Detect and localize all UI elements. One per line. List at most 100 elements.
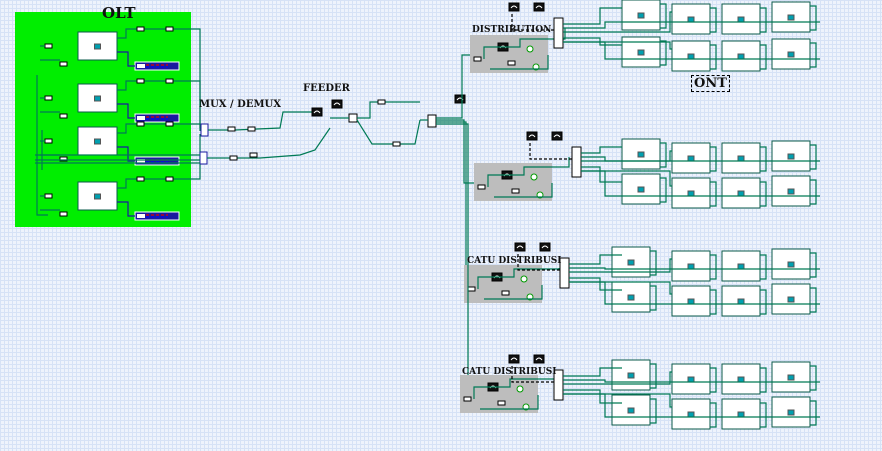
power-splitter-1[interactable]: [553, 17, 564, 49]
power-meter[interactable]: [508, 354, 520, 364]
component-port-icon: [787, 188, 795, 195]
fiber-link: [357, 101, 420, 119]
fiber-link: [760, 181, 767, 207]
component-port-icon: [687, 155, 695, 162]
attenuator[interactable]: [165, 26, 174, 32]
connector[interactable]: [59, 61, 68, 67]
connector[interactable]: [249, 152, 258, 158]
connector[interactable]: [227, 126, 236, 132]
connector[interactable]: [501, 290, 510, 296]
fiber-link: [760, 289, 767, 315]
fiber-link: [810, 144, 817, 170]
fiber-link: [760, 254, 767, 280]
transmitter-icon: [137, 214, 145, 218]
connector[interactable]: [377, 99, 386, 105]
fiber-link: [650, 285, 657, 311]
component-port-icon: [787, 374, 795, 381]
connector[interactable]: [463, 396, 472, 402]
fiber-link: [208, 111, 312, 131]
fiber-link: [710, 146, 717, 172]
power-meter[interactable]: [551, 131, 563, 141]
component-port-icon: [687, 53, 695, 60]
connector[interactable]: [392, 141, 401, 147]
fiber-link: [710, 44, 717, 70]
component-port-icon: [787, 409, 795, 416]
fiber-link: [660, 142, 667, 168]
connector-check-icon: [526, 45, 534, 53]
component-port-icon: [627, 259, 635, 266]
power-splitter-2[interactable]: [571, 146, 582, 178]
connector[interactable]: [497, 400, 506, 406]
power-meter[interactable]: [454, 94, 466, 104]
power-meter[interactable]: [508, 2, 520, 12]
fiber-link: [810, 252, 817, 278]
connector[interactable]: [467, 286, 476, 292]
fiber-link: [581, 166, 622, 183]
component-port-icon: [737, 263, 745, 270]
component-port-icon: [687, 263, 695, 270]
fiber-link: [810, 400, 817, 426]
fiber-link: [650, 398, 657, 424]
attenuator[interactable]: [136, 26, 145, 32]
power-meter[interactable]: [533, 2, 545, 12]
connector[interactable]: [59, 211, 68, 217]
component-port-icon: [637, 151, 645, 158]
fiber-link: [660, 177, 667, 203]
connector[interactable]: [473, 56, 482, 62]
component-port-icon: [737, 155, 745, 162]
component-port-icon: [637, 49, 645, 56]
feeder-coupler[interactable]: [348, 113, 358, 123]
fiber-link: [710, 367, 717, 393]
attenuator[interactable]: [136, 78, 145, 84]
mux[interactable]: [200, 123, 209, 137]
component-port-icon: [94, 43, 101, 50]
fiber-link: [581, 146, 622, 154]
component-port-icon: [687, 190, 695, 197]
catu-distribusi-label-1: CATU DISTRIBUSI: [467, 256, 562, 266]
power-meter[interactable]: [331, 99, 343, 109]
connector[interactable]: [44, 43, 53, 49]
power-meter[interactable]: [533, 354, 545, 364]
power-splitter-main[interactable]: [427, 114, 437, 128]
component-port-icon: [627, 372, 635, 379]
attenuator[interactable]: [165, 78, 174, 84]
component-port-icon: [627, 294, 635, 301]
attenuator[interactable]: [165, 121, 174, 127]
connector[interactable]: [507, 60, 516, 66]
connector[interactable]: [247, 126, 256, 132]
connector[interactable]: [229, 155, 238, 161]
transmitter-icon: [137, 116, 145, 120]
connector-check-icon: [516, 385, 524, 393]
schematic-canvas[interactable]: [0, 0, 882, 451]
connector[interactable]: [44, 95, 53, 101]
power-meter[interactable]: [526, 131, 538, 141]
fiber-link: [760, 367, 767, 393]
fiber-link: [810, 179, 817, 205]
power-meter[interactable]: [514, 242, 526, 252]
connector[interactable]: [44, 193, 53, 199]
connector[interactable]: [511, 188, 520, 194]
fiber-link: [760, 7, 767, 33]
attenuator[interactable]: [136, 176, 145, 182]
component-port-icon: [737, 411, 745, 418]
component-port-icon: [637, 186, 645, 193]
attenuator[interactable]: [165, 176, 174, 182]
power-meter[interactable]: [539, 242, 551, 252]
connector[interactable]: [477, 184, 486, 190]
attenuator[interactable]: [136, 121, 145, 127]
component-port-icon: [787, 261, 795, 268]
demux[interactable]: [199, 151, 208, 165]
fiber-link: [710, 181, 717, 207]
fiber-link: [810, 42, 817, 68]
fiber-link: [710, 289, 717, 315]
fiber-link: [810, 365, 817, 391]
component-port-icon: [737, 190, 745, 197]
transmitter-icon: [137, 64, 145, 68]
fiber-link: [436, 123, 470, 396]
connector[interactable]: [44, 138, 53, 144]
power-meter[interactable]: [311, 107, 323, 117]
fiber-link: [207, 127, 331, 159]
connector[interactable]: [59, 113, 68, 119]
monitor-link: [529, 143, 572, 160]
fiber-link: [810, 287, 817, 313]
